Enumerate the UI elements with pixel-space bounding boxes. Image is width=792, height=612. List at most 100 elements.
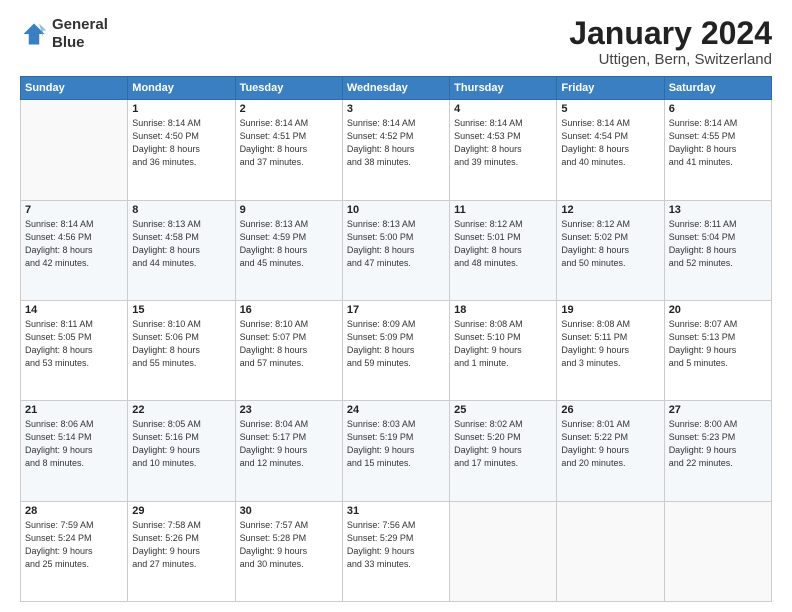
day-number: 28 — [25, 505, 123, 517]
calendar-cell: 27 Sunrise: 8:00 AM Sunset: 5:23 PM Dayli… — [664, 401, 771, 501]
page: General Blue January 2024 Uttigen, Bern,… — [0, 0, 792, 612]
day-info: Sunrise: 8:13 AM Sunset: 4:59 PM Dayligh… — [240, 218, 338, 270]
day-info: Sunrise: 8:06 AM Sunset: 5:14 PM Dayligh… — [25, 418, 123, 470]
calendar-week-row: 14Sunrise: 8:11 AM Sunset: 5:05 PM Dayli… — [21, 300, 772, 400]
day-number: 21 — [25, 404, 123, 416]
day-info: Sunrise: 8:10 AM Sunset: 5:06 PM Dayligh… — [132, 318, 230, 370]
day-of-week-header: Thursday — [450, 77, 557, 100]
calendar-week-row: 1Sunrise: 8:14 AM Sunset: 4:50 PM Daylig… — [21, 100, 772, 200]
day-info: Sunrise: 8:14 AM Sunset: 4:54 PM Dayligh… — [561, 117, 659, 169]
day-of-week-header: Monday — [128, 77, 235, 100]
calendar-cell: 1Sunrise: 8:14 AM Sunset: 4:50 PM Daylig… — [128, 100, 235, 200]
calendar-cell: 29Sunrise: 7:58 AM Sunset: 5:26 PM Dayli… — [128, 501, 235, 601]
calendar-cell — [450, 501, 557, 601]
day-info: Sunrise: 8:13 AM Sunset: 5:00 PM Dayligh… — [347, 218, 445, 270]
day-number: 30 — [240, 505, 338, 517]
calendar-cell: 24 Sunrise: 8:03 AM Sunset: 5:19 PM Dayli… — [342, 401, 449, 501]
day-info: Sunrise: 8:05 AM Sunset: 5:16 PM Dayligh… — [132, 418, 230, 470]
day-info: Sunrise: 8:00 AM Sunset: 5:23 PM Dayligh… — [669, 418, 767, 470]
day-info: Sunrise: 8:12 AM Sunset: 5:01 PM Dayligh… — [454, 218, 552, 270]
calendar-cell: 16 Sunrise: 8:10 AM Sunset: 5:07 PM Dayli… — [235, 300, 342, 400]
calendar-cell: 31Sunrise: 7:56 AM Sunset: 5:29 PM Dayli… — [342, 501, 449, 601]
day-info: Sunrise: 8:14 AM Sunset: 4:52 PM Dayligh… — [347, 117, 445, 169]
calendar-cell: 4 Sunrise: 8:14 AM Sunset: 4:53 PM Daylig… — [450, 100, 557, 200]
day-of-week-header: Saturday — [664, 77, 771, 100]
calendar-title: January 2024 — [569, 16, 772, 51]
day-info: Sunrise: 8:14 AM Sunset: 4:51 PM Dayligh… — [240, 117, 338, 169]
day-info: Sunrise: 8:03 AM Sunset: 5:19 PM Dayligh… — [347, 418, 445, 470]
calendar-cell: 12Sunrise: 8:12 AM Sunset: 5:02 PM Dayli… — [557, 200, 664, 300]
calendar-cell — [664, 501, 771, 601]
day-info: Sunrise: 8:14 AM Sunset: 4:53 PM Dayligh… — [454, 117, 552, 169]
day-info: Sunrise: 8:09 AM Sunset: 5:09 PM Dayligh… — [347, 318, 445, 370]
calendar-header-row: SundayMondayTuesdayWednesdayThursdayFrid… — [21, 77, 772, 100]
day-number: 24 — [347, 404, 445, 416]
day-number: 20 — [669, 304, 767, 316]
day-info: Sunrise: 8:04 AM Sunset: 5:17 PM Dayligh… — [240, 418, 338, 470]
day-number: 8 — [132, 204, 230, 216]
calendar-cell: 25 Sunrise: 8:02 AM Sunset: 5:20 PM Dayli… — [450, 401, 557, 501]
day-number: 17 — [347, 304, 445, 316]
day-number: 18 — [454, 304, 552, 316]
calendar-cell: 23Sunrise: 8:04 AM Sunset: 5:17 PM Dayli… — [235, 401, 342, 501]
day-info: Sunrise: 8:13 AM Sunset: 4:58 PM Dayligh… — [132, 218, 230, 270]
logo-icon — [20, 20, 48, 48]
calendar-week-row: 28 Sunrise: 7:59 AM Sunset: 5:24 PM Dayli… — [21, 501, 772, 601]
day-of-week-header: Friday — [557, 77, 664, 100]
day-number: 7 — [25, 204, 123, 216]
calendar-cell: 15Sunrise: 8:10 AM Sunset: 5:06 PM Dayli… — [128, 300, 235, 400]
logo: General Blue — [20, 16, 108, 52]
day-number: 9 — [240, 204, 338, 216]
day-info: Sunrise: 7:56 AM Sunset: 5:29 PM Dayligh… — [347, 519, 445, 571]
calendar-cell: 3 Sunrise: 8:14 AM Sunset: 4:52 PM Daylig… — [342, 100, 449, 200]
calendar-cell: 22 Sunrise: 8:05 AM Sunset: 5:16 PM Dayli… — [128, 401, 235, 501]
calendar-cell: 5 Sunrise: 8:14 AM Sunset: 4:54 PM Daylig… — [557, 100, 664, 200]
day-number: 10 — [347, 204, 445, 216]
day-number: 25 — [454, 404, 552, 416]
title-block: January 2024 Uttigen, Bern, Switzerland — [569, 16, 772, 68]
calendar-cell — [557, 501, 664, 601]
day-number: 4 — [454, 103, 552, 115]
day-of-week-header: Tuesday — [235, 77, 342, 100]
day-info: Sunrise: 8:07 AM Sunset: 5:13 PM Dayligh… — [669, 318, 767, 370]
day-number: 27 — [669, 404, 767, 416]
calendar-cell: 2Sunrise: 8:14 AM Sunset: 4:51 PM Daylig… — [235, 100, 342, 200]
day-of-week-header: Wednesday — [342, 77, 449, 100]
day-number: 26 — [561, 404, 659, 416]
calendar-cell: 28 Sunrise: 7:59 AM Sunset: 5:24 PM Dayli… — [21, 501, 128, 601]
day-number: 6 — [669, 103, 767, 115]
calendar-cell: 19Sunrise: 8:08 AM Sunset: 5:11 PM Dayli… — [557, 300, 664, 400]
calendar-cell: 9 Sunrise: 8:13 AM Sunset: 4:59 PM Daylig… — [235, 200, 342, 300]
calendar-table: SundayMondayTuesdayWednesdayThursdayFrid… — [20, 76, 772, 602]
calendar-subtitle: Uttigen, Bern, Switzerland — [569, 51, 772, 68]
day-number: 22 — [132, 404, 230, 416]
day-number: 5 — [561, 103, 659, 115]
day-info: Sunrise: 8:10 AM Sunset: 5:07 PM Dayligh… — [240, 318, 338, 370]
calendar-cell: 20 Sunrise: 8:07 AM Sunset: 5:13 PM Dayli… — [664, 300, 771, 400]
day-info: Sunrise: 8:14 AM Sunset: 4:55 PM Dayligh… — [669, 117, 767, 169]
day-number: 11 — [454, 204, 552, 216]
calendar-cell: 13Sunrise: 8:11 AM Sunset: 5:04 PM Dayli… — [664, 200, 771, 300]
calendar-cell: 30 Sunrise: 7:57 AM Sunset: 5:28 PM Dayli… — [235, 501, 342, 601]
logo-text: General Blue — [52, 16, 108, 52]
day-info: Sunrise: 7:59 AM Sunset: 5:24 PM Dayligh… — [25, 519, 123, 571]
day-number: 3 — [347, 103, 445, 115]
day-number: 14 — [25, 304, 123, 316]
header: General Blue January 2024 Uttigen, Bern,… — [20, 16, 772, 68]
day-info: Sunrise: 8:08 AM Sunset: 5:11 PM Dayligh… — [561, 318, 659, 370]
day-info: Sunrise: 8:12 AM Sunset: 5:02 PM Dayligh… — [561, 218, 659, 270]
calendar-cell: 11 Sunrise: 8:12 AM Sunset: 5:01 PM Dayli… — [450, 200, 557, 300]
day-info: Sunrise: 8:01 AM Sunset: 5:22 PM Dayligh… — [561, 418, 659, 470]
day-info: Sunrise: 7:57 AM Sunset: 5:28 PM Dayligh… — [240, 519, 338, 571]
calendar-cell: 7Sunrise: 8:14 AM Sunset: 4:56 PM Daylig… — [21, 200, 128, 300]
calendar-cell: 14Sunrise: 8:11 AM Sunset: 5:05 PM Dayli… — [21, 300, 128, 400]
day-number: 1 — [132, 103, 230, 115]
calendar-cell: 8 Sunrise: 8:13 AM Sunset: 4:58 PM Daylig… — [128, 200, 235, 300]
day-number: 16 — [240, 304, 338, 316]
day-info: Sunrise: 8:08 AM Sunset: 5:10 PM Dayligh… — [454, 318, 552, 370]
day-info: Sunrise: 8:11 AM Sunset: 5:04 PM Dayligh… — [669, 218, 767, 270]
calendar-cell: 18 Sunrise: 8:08 AM Sunset: 5:10 PM Dayli… — [450, 300, 557, 400]
calendar-cell — [21, 100, 128, 200]
day-info: Sunrise: 8:02 AM Sunset: 5:20 PM Dayligh… — [454, 418, 552, 470]
day-of-week-header: Sunday — [21, 77, 128, 100]
